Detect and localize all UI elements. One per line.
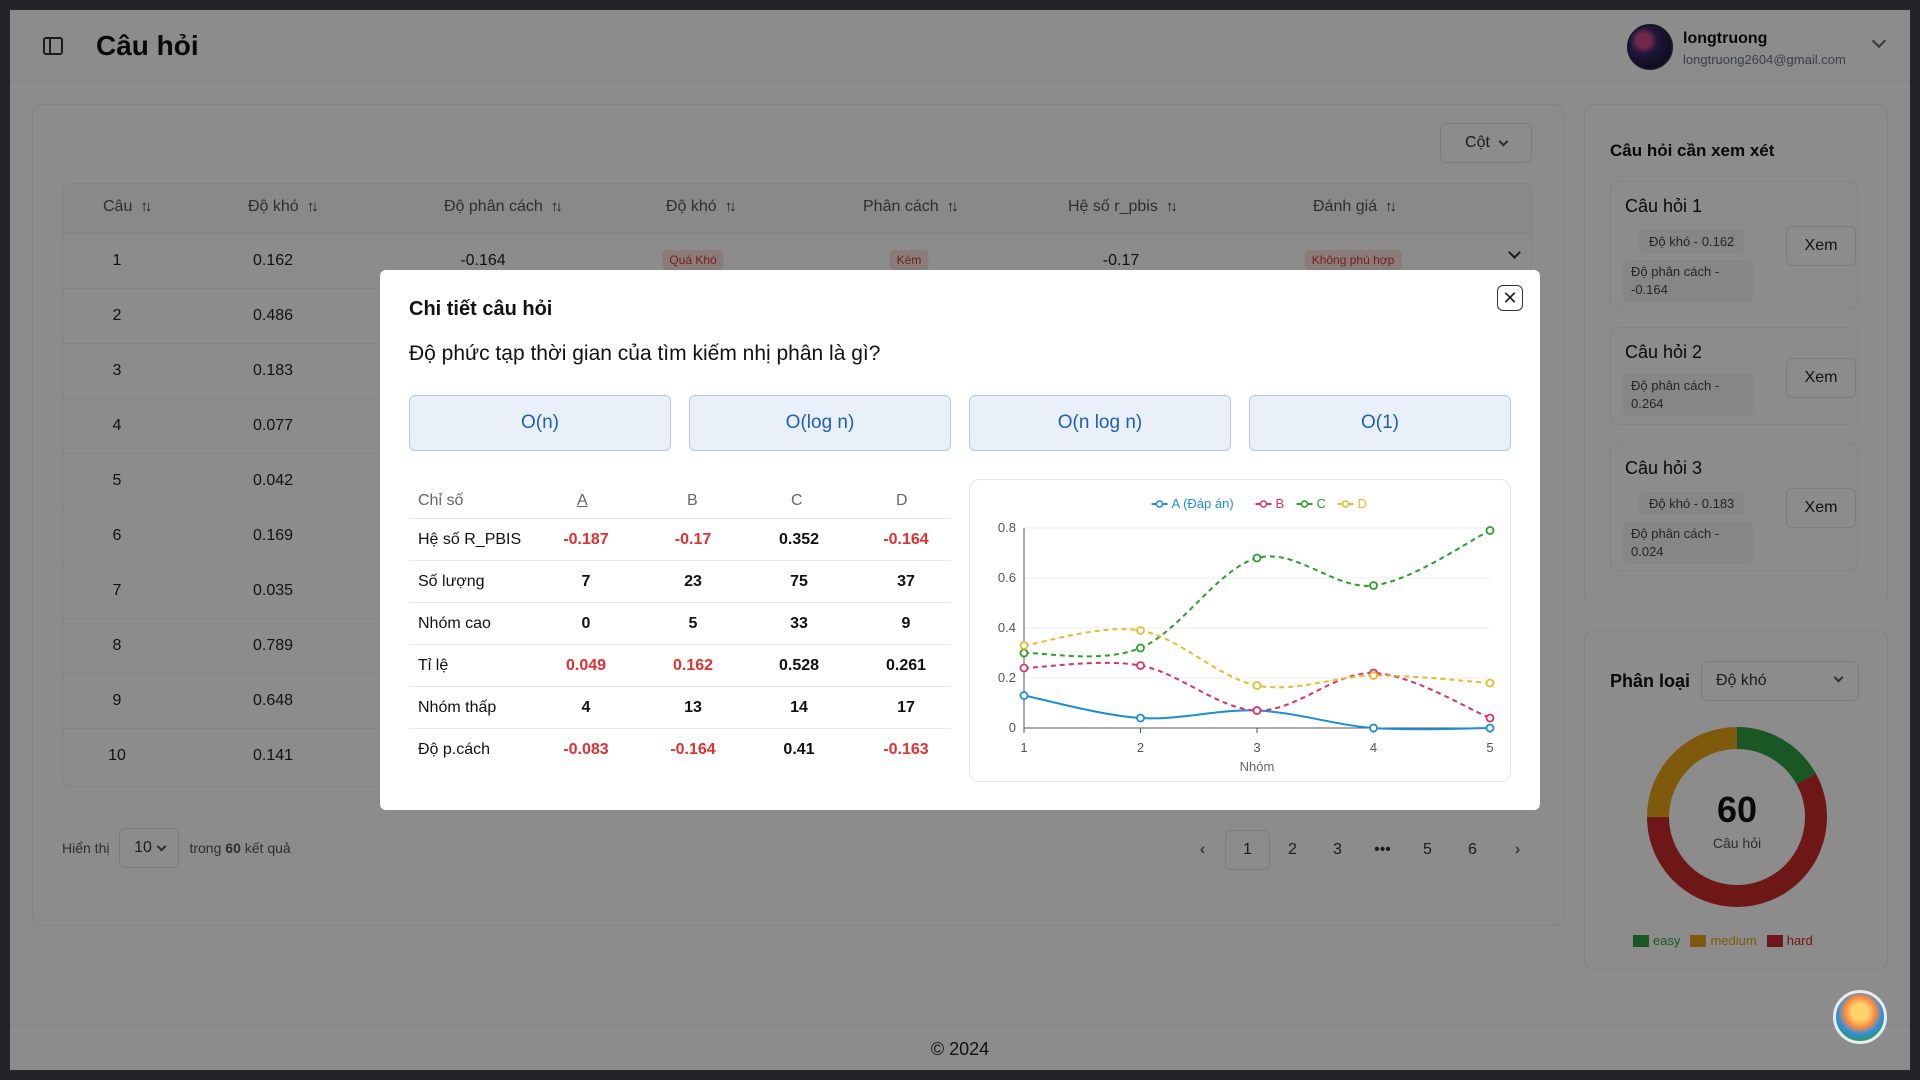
data-point xyxy=(1019,641,1029,650)
question-detail-modal: Chi tiết câu hỏi ✕ Độ phức tạp thời gian… xyxy=(380,270,1540,810)
stats-cell: -0.17 xyxy=(674,531,712,548)
close-icon[interactable]: ✕ xyxy=(1497,285,1523,311)
legend-label: B xyxy=(1276,496,1285,511)
stats-row-label: Nhóm thấp xyxy=(418,699,497,716)
data-point xyxy=(1369,671,1378,680)
data-point xyxy=(1252,706,1262,715)
data-point xyxy=(1136,626,1145,635)
stats-cell: -0.083 xyxy=(563,741,609,758)
data-point xyxy=(1252,553,1262,563)
stats-row: Nhóm thấp 4 13 14 17 xyxy=(409,686,951,728)
legend-marker xyxy=(1259,500,1268,508)
x-tick-label: 5 xyxy=(1486,740,1493,755)
y-tick-label: 0 xyxy=(1009,720,1016,735)
data-point xyxy=(1485,723,1495,733)
stats-cell: 0.352 xyxy=(778,531,820,548)
legend-marker xyxy=(1341,500,1350,508)
line-chart: 0 0.2 0.4 0.6 0.8 1 2 3 4 5 Nhóm A (Đáp án) B C D xyxy=(998,496,1495,774)
data-point xyxy=(1136,643,1145,653)
data-point xyxy=(1252,681,1262,690)
series-line-d xyxy=(1023,628,1491,689)
stats-cell: -0.164 xyxy=(670,741,716,758)
stats-cell: 14 xyxy=(790,699,808,716)
modal-backdrop[interactable]: Chi tiết câu hỏi ✕ Độ phức tạp thời gian… xyxy=(0,0,1920,1080)
stats-row: Độ p.cách -0.083 -0.164 0.41 -0.163 xyxy=(409,728,951,770)
stats-cell: 13 xyxy=(684,699,702,716)
stats-row-label: Số lượng xyxy=(418,573,485,590)
legend-marker xyxy=(1155,500,1164,508)
stats-header-d: D xyxy=(896,492,908,509)
legend-label: A (Đáp án) xyxy=(1172,496,1234,511)
stats-row: Nhóm cao 0 5 33 9 xyxy=(409,602,951,644)
y-tick-label: 0.8 xyxy=(998,520,1016,535)
stats-cell: -0.187 xyxy=(563,531,609,548)
option-d[interactable]: O(1) xyxy=(1249,395,1511,451)
stats-cell: 23 xyxy=(684,573,702,590)
stats-row-label: Hệ số R_PBIS xyxy=(418,531,522,548)
legend-label: C xyxy=(1317,496,1326,511)
stats-row: Số lượng 7 23 75 37 xyxy=(409,560,951,602)
stats-cell: 0.049 xyxy=(565,657,607,674)
data-point xyxy=(1369,581,1378,590)
stats-row-label: Tỉ lệ xyxy=(418,657,449,674)
stats-cell: 0.528 xyxy=(778,657,820,674)
option-b[interactable]: O(log n) xyxy=(689,395,951,451)
x-axis-label: Nhóm xyxy=(1240,759,1275,774)
y-tick-label: 0.6 xyxy=(998,570,1016,585)
stats-cell: 9 xyxy=(901,615,911,632)
stats-cell: 7 xyxy=(581,573,591,590)
stats-row: Tỉ lệ 0.049 0.162 0.528 0.261 xyxy=(409,644,951,686)
x-tick-label: 3 xyxy=(1253,740,1260,755)
stats-cell: 37 xyxy=(897,573,915,590)
option-a[interactable]: O(n) xyxy=(409,395,671,451)
option-c[interactable]: O(n log n) xyxy=(969,395,1231,451)
modal-title: Chi tiết câu hỏi xyxy=(409,298,553,320)
stats-cell: 75 xyxy=(790,573,808,590)
stats-row-label: Nhóm cao xyxy=(418,615,491,632)
assistant-fab[interactable] xyxy=(1833,990,1887,1044)
stats-header-c: C xyxy=(791,492,803,509)
stats-cell: 0 xyxy=(581,615,591,632)
x-tick-label: 1 xyxy=(1020,740,1027,755)
data-point xyxy=(1369,723,1378,733)
series-line-c xyxy=(1023,529,1491,658)
stats-cell: 17 xyxy=(897,699,915,716)
data-point xyxy=(1136,661,1145,670)
x-tick-label: 4 xyxy=(1370,740,1377,755)
stats-header-a: A xyxy=(577,492,588,509)
stats-cell: 0.261 xyxy=(885,657,927,674)
legend-marker xyxy=(1300,500,1309,508)
stats-header-label: Chỉ số xyxy=(418,492,464,509)
x-tick-label: 2 xyxy=(1137,740,1144,755)
stats-header: Chỉ số A B C D xyxy=(409,478,951,518)
stats-row: Hệ số R_PBIS -0.187 -0.17 0.352 -0.164 xyxy=(409,518,951,560)
stats-cell: 4 xyxy=(581,699,591,716)
stats-cell: -0.163 xyxy=(883,741,929,758)
stats-cell: 33 xyxy=(790,615,808,632)
y-tick-label: 0.4 xyxy=(998,620,1016,635)
question-text: Độ phức tạp thời gian của tìm kiếm nhị p… xyxy=(409,342,881,365)
data-point xyxy=(1019,663,1029,673)
legend-label: D xyxy=(1358,496,1367,511)
option-chart: 0 0.2 0.4 0.6 0.8 1 2 3 4 5 Nhóm A (Đáp án) B C D xyxy=(969,479,1511,782)
stats-row-label: Độ p.cách xyxy=(418,741,491,758)
stats-header-b: B xyxy=(687,492,698,509)
y-tick-label: 0.2 xyxy=(998,670,1016,685)
data-point xyxy=(1485,526,1495,535)
stats-cell: -0.164 xyxy=(883,531,929,548)
data-point xyxy=(1136,713,1145,723)
data-point xyxy=(1485,713,1495,723)
data-point xyxy=(1019,691,1029,700)
stats-cell: 0.41 xyxy=(783,741,815,758)
data-point xyxy=(1485,678,1495,688)
stats-cell: 0.162 xyxy=(672,657,714,674)
stats-cell: 5 xyxy=(688,615,698,632)
data-point xyxy=(1019,648,1029,658)
